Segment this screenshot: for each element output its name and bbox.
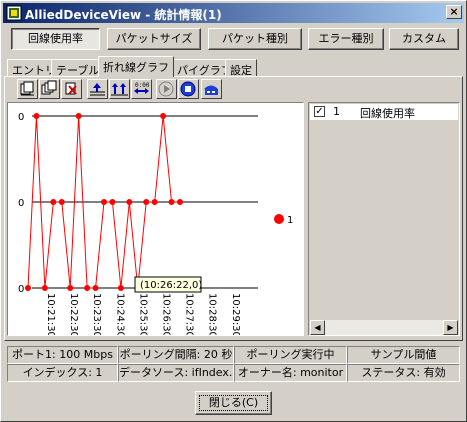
stop-icon[interactable] xyxy=(178,79,199,99)
compress-icon[interactable]: 0:00 xyxy=(131,79,152,99)
copy-icon[interactable] xyxy=(17,79,38,99)
data-point xyxy=(109,199,116,205)
legend-list: ✓ 1 回線使用率 ◀ ▶ xyxy=(308,102,460,336)
status-polling-interval: ポーリング間隔: 20 秒 xyxy=(118,346,234,364)
scroll-left-button[interactable]: ◀ xyxy=(310,320,325,335)
legend-list-row[interactable]: ✓ 1 回線使用率 xyxy=(310,104,458,120)
legend-marker xyxy=(274,214,284,224)
x-tick-label: 10:25:30 xyxy=(137,293,148,335)
status-polling-state: ポーリング実行中 xyxy=(234,346,347,364)
data-point xyxy=(101,199,107,205)
copy-all-icon[interactable] xyxy=(39,79,60,99)
legend-list-id: 1 xyxy=(333,105,340,118)
data-point xyxy=(168,199,175,205)
tab-line-graph[interactable]: 折れ線グラフ xyxy=(98,56,174,77)
data-point xyxy=(33,113,40,119)
play-icon[interactable] xyxy=(156,79,177,99)
data-point xyxy=(151,199,158,205)
statistics-window: AlliedDeviceView - 統計情報(1) × 回線使用率 パケットサ… xyxy=(0,0,467,422)
x-tick-label: 10:21:30 xyxy=(45,293,56,335)
title-bar: AlliedDeviceView - 統計情報(1) × xyxy=(3,3,464,23)
data-point xyxy=(92,285,99,291)
delete-icon[interactable] xyxy=(61,79,82,99)
legend-label: 1 xyxy=(287,215,293,226)
close-button[interactable]: 閉じる(C) xyxy=(195,391,272,415)
status-sample-mode: サンプル間値 xyxy=(347,346,460,364)
x-tick-label: 10:22:30 xyxy=(68,293,79,335)
status-data-source: データソース: ifIndex.1 xyxy=(118,364,234,382)
data-point xyxy=(84,285,91,291)
x-tick-label: 10:26:30 xyxy=(161,293,172,335)
tab-table[interactable]: テーブル xyxy=(51,59,105,77)
close-window-button[interactable]: × xyxy=(446,5,462,19)
expand-icon[interactable] xyxy=(109,79,130,99)
x-tick-label: 10:23:30 xyxy=(91,293,102,335)
status-owner: オーナー名: monitor xyxy=(234,364,347,382)
device-icon[interactable] xyxy=(201,79,222,99)
tooltip-text: (10:26:22,0) xyxy=(140,280,202,291)
data-point xyxy=(177,199,183,205)
data-point xyxy=(143,199,150,205)
x-tick-label: 10:27:30 xyxy=(184,293,195,335)
x-tick-label: 10:28:30 xyxy=(207,293,218,335)
y-tick-label: 0 xyxy=(18,112,24,123)
line-chart-svg: 0 0 0 10:21:30 10:22:30 10:23:30 10:24:30 10:25… xyxy=(18,112,293,338)
category-button-error-type[interactable]: エラー種別 xyxy=(308,28,384,50)
app-icon xyxy=(6,5,22,21)
legend-list-label: 回線使用率 xyxy=(360,107,415,120)
data-point xyxy=(67,285,74,291)
scroll-right-button[interactable]: ▶ xyxy=(443,320,458,335)
data-point xyxy=(126,199,133,205)
data-point xyxy=(58,199,65,205)
scale-up-icon[interactable] xyxy=(87,79,108,99)
status-index: インデックス: 1 xyxy=(7,364,118,382)
data-point xyxy=(50,199,57,205)
data-point xyxy=(75,113,82,119)
data-point xyxy=(25,285,31,291)
category-button-line-usage[interactable]: 回線使用率 xyxy=(11,28,100,50)
data-point xyxy=(41,285,48,291)
legend-checkbox[interactable]: ✓ xyxy=(314,106,325,117)
category-button-custom[interactable]: カスタム xyxy=(389,28,459,50)
svg-text:0:00: 0:00 xyxy=(135,82,150,89)
x-tick-label: 10:24:30 xyxy=(114,293,125,335)
y-tick-label: 0 xyxy=(18,284,24,295)
window-title: AlliedDeviceView - 統計情報(1) xyxy=(25,8,222,22)
data-point xyxy=(117,285,124,291)
line-chart: 0 0 0 10:21:30 10:22:30 10:23:30 10:24:30 10:25… xyxy=(7,102,304,338)
tab-settings[interactable]: 設定 xyxy=(225,59,257,77)
x-tick-label: 10:29:30 xyxy=(230,293,241,335)
status-state: ステータス: 有効 xyxy=(347,364,460,382)
horizontal-scrollbar-track[interactable] xyxy=(325,320,443,335)
y-tick-label: 0 xyxy=(18,198,24,209)
data-point xyxy=(160,113,167,119)
category-button-packet-size[interactable]: パケットサイズ xyxy=(107,28,201,50)
category-button-packet-type[interactable]: パケット種別 xyxy=(208,28,302,50)
status-port: ポート1: 100 Mbps xyxy=(7,346,118,364)
